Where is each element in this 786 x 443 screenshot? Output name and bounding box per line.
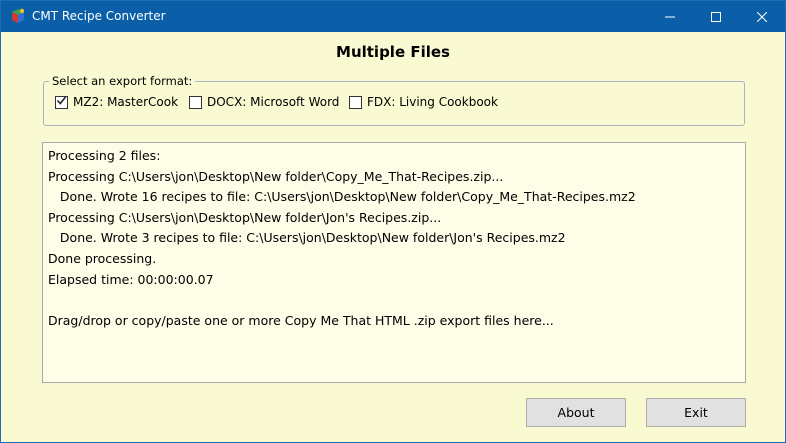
log-line: Done. Wrote 16 recipes to file: C:\Users…	[48, 189, 636, 205]
fdx-checkbox[interactable]: FDX: Living Cookbook	[349, 94, 498, 110]
mz2-checkbox-box[interactable]	[55, 95, 68, 109]
title-bar[interactable]: CMT Recipe Converter	[1, 1, 785, 32]
docx-checkbox[interactable]: DOCX: Microsoft Word	[189, 94, 339, 110]
export-format-group: Select an export format: MZ2: MasterCook…	[43, 74, 745, 126]
export-format-legend: Select an export format:	[49, 74, 196, 88]
log-output-area[interactable]: Processing 2 files: Processing C:\Users\…	[42, 142, 746, 383]
cmt-app-icon[interactable]	[10, 8, 26, 24]
close-icon	[756, 7, 768, 26]
log-line: Elapsed time: 00:00:00.07	[48, 271, 214, 287]
page-title: Multiple Files	[336, 43, 450, 61]
fdx-checkbox-box[interactable]	[349, 95, 362, 109]
mz2-label: MZ2: MasterCook	[73, 95, 179, 109]
close-button[interactable]	[739, 1, 785, 32]
window-title: CMT Recipe Converter	[32, 9, 166, 23]
checkmark-icon	[56, 95, 67, 109]
fdx-label: FDX: Living Cookbook	[367, 95, 498, 109]
log-line: Processing C:\Users\jon\Desktop\New fold…	[48, 209, 442, 225]
log-line: Done. Wrote 3 recipes to file: C:\Users\…	[48, 230, 566, 246]
log-line: Processing C:\Users\jon\Desktop\New fold…	[48, 168, 504, 184]
about-button[interactable]: About	[526, 398, 626, 427]
maximize-button[interactable]	[693, 1, 739, 32]
docx-label: DOCX: Microsoft Word	[207, 95, 340, 109]
log-line: Processing 2 files:	[48, 148, 161, 163]
minimize-button[interactable]	[647, 1, 693, 32]
log-line: Done processing.	[48, 250, 157, 266]
mz2-checkbox[interactable]: MZ2: MasterCook	[55, 94, 178, 110]
maximize-icon	[711, 7, 721, 26]
minimize-icon	[665, 7, 675, 26]
exit-button[interactable]: Exit	[646, 398, 746, 427]
log-line: Drag/drop or copy/paste one or more Copy…	[48, 312, 554, 328]
docx-checkbox-box[interactable]	[189, 95, 202, 109]
app-window: CMT Recipe Converter Multiple Files Sele…	[0, 0, 786, 443]
